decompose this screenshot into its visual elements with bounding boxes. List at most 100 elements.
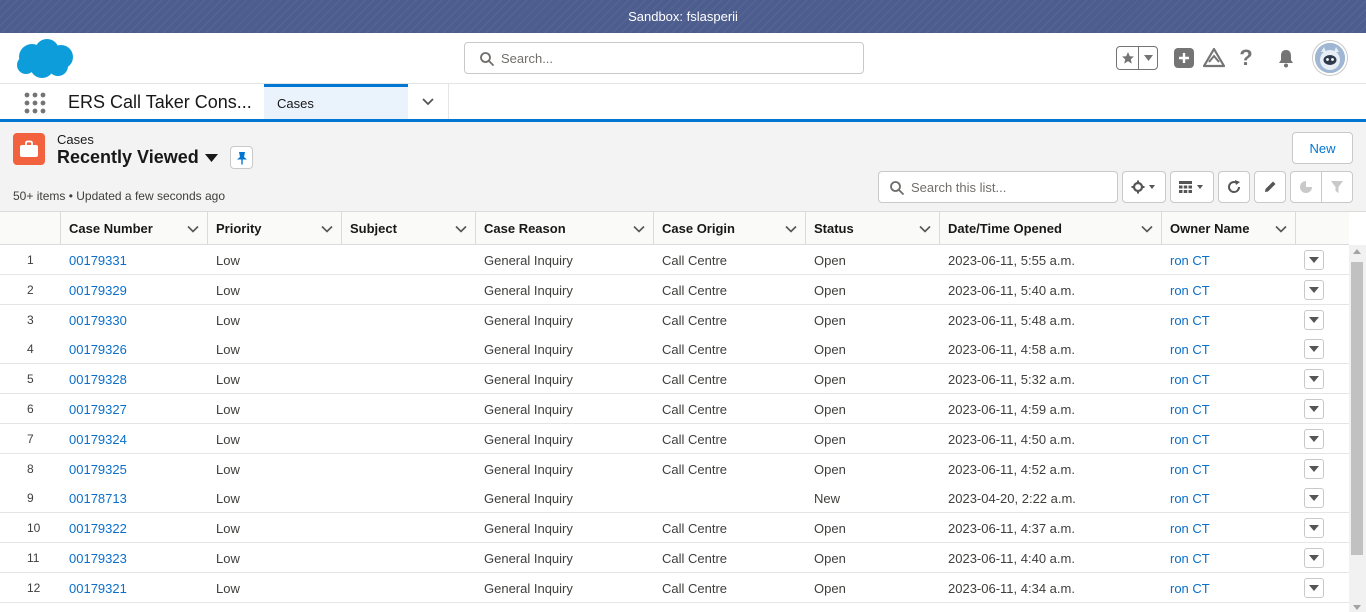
new-case-button[interactable]: New (1292, 132, 1353, 164)
list-view-controls-button[interactable] (1122, 171, 1166, 203)
column-header-date-time-opened[interactable]: Date/Time Opened (940, 212, 1162, 245)
priority-cell: Low (216, 491, 240, 507)
owner-name-link[interactable]: ron CT (1170, 342, 1210, 357)
status-cell: Open (814, 461, 846, 477)
table-row[interactable]: 3 00179330 Low General Inquiry Call Centre Op… (0, 304, 1349, 335)
help-icon[interactable]: ? (1235, 45, 1257, 70)
case-number-link[interactable]: 00179327 (69, 402, 127, 417)
row-actions-menu-button[interactable] (1304, 279, 1324, 300)
column-header-subject[interactable]: Subject (342, 212, 476, 245)
column-header-status[interactable]: Status (806, 212, 940, 245)
chevron-down-icon[interactable] (455, 223, 467, 235)
column-header-case-reason[interactable]: Case Reason (476, 212, 654, 245)
row-actions-menu-button[interactable] (1304, 488, 1324, 509)
scroll-down-arrow-icon[interactable] (1353, 605, 1361, 610)
case-number-link[interactable]: 00179325 (69, 462, 127, 477)
table-row[interactable]: 1 00179331 Low General Inquiry Call Centre Op… (0, 245, 1349, 275)
owner-name-link[interactable]: ron CT (1170, 313, 1210, 328)
table-row[interactable]: 4 00179326 Low General Inquiry Call Centre Op… (0, 334, 1349, 365)
table-row[interactable]: 10 00179322 Low General Inquiry Call Centre O… (0, 513, 1349, 544)
global-search-input[interactable]: Search... (464, 42, 864, 74)
row-actions-menu-button[interactable] (1304, 577, 1324, 598)
chevron-down-icon[interactable] (633, 223, 645, 235)
salesforce-cloud-logo[interactable] (14, 37, 76, 81)
inline-edit-button[interactable] (1254, 171, 1286, 203)
case-number-link[interactable]: 00179329 (69, 283, 127, 298)
case-number-link[interactable]: 00179324 (69, 432, 127, 447)
case-number-link[interactable]: 00179321 (69, 581, 127, 596)
table-row[interactable]: 12 00179321 Low General Inquiry Call Centre O… (0, 572, 1349, 603)
tab-cases-label: Cases (277, 96, 314, 111)
app-launcher-icon[interactable] (24, 92, 46, 114)
global-header: Search... ? (0, 33, 1366, 84)
chevron-down-icon[interactable] (785, 223, 797, 235)
owner-name-link[interactable]: ron CT (1170, 462, 1210, 477)
chevron-down-icon[interactable] (187, 223, 199, 235)
status-cell: Open (814, 551, 846, 566)
trailhead-icon[interactable] (1203, 47, 1225, 69)
scroll-up-arrow-icon[interactable] (1353, 249, 1361, 254)
owner-name-link[interactable]: ron CT (1170, 253, 1210, 268)
avatar[interactable] (1313, 41, 1347, 75)
caret-down-icon (1309, 584, 1319, 591)
table-row[interactable]: 11 00179323 Low General Inquiry Call Centre O… (0, 543, 1349, 573)
refresh-button[interactable] (1218, 171, 1250, 203)
owner-name-link[interactable]: ron CT (1170, 521, 1210, 536)
owner-name-link[interactable]: ron CT (1170, 372, 1210, 387)
charts-button[interactable] (1291, 172, 1322, 202)
case-number-link[interactable]: 00179328 (69, 372, 127, 387)
owner-name-link[interactable]: ron CT (1170, 581, 1210, 596)
list-view-switcher[interactable]: Recently Viewed (57, 147, 218, 168)
list-view-name: Recently Viewed (57, 147, 199, 167)
chevron-down-icon[interactable] (1275, 223, 1287, 235)
row-actions-menu-button[interactable] (1304, 309, 1324, 330)
case-number-link[interactable]: 00179326 (69, 342, 127, 357)
table-row[interactable]: 5 00179328 Low General Inquiry Call Centre Op… (0, 364, 1349, 395)
table-row[interactable]: 9 00178713 Low General Inquiry New 2023-04-20… (0, 483, 1349, 514)
display-as-table-button[interactable] (1170, 171, 1214, 203)
global-actions-icon[interactable] (1173, 47, 1195, 69)
tab-cases[interactable]: Cases (264, 84, 408, 119)
chevron-down-icon[interactable] (1141, 223, 1153, 235)
row-actions-menu-button[interactable] (1304, 339, 1324, 360)
column-header-owner-name[interactable]: Owner Name (1162, 212, 1296, 245)
column-header-case-number[interactable]: Case Number (61, 212, 208, 245)
filters-button[interactable] (1322, 172, 1352, 202)
scrollbar-thumb[interactable] (1351, 262, 1363, 555)
table-row[interactable]: 6 00179327 Low General Inquiry Call Centre Op… (0, 394, 1349, 424)
case-number-link[interactable]: 00179323 (69, 551, 127, 566)
owner-name-link[interactable]: ron CT (1170, 551, 1210, 566)
case-reason-cell: General Inquiry (484, 491, 573, 507)
case-reason-cell: General Inquiry (484, 431, 573, 447)
list-search-input[interactable]: Search this list... (878, 171, 1118, 203)
vertical-scrollbar[interactable] (1349, 245, 1366, 612)
case-number-link[interactable]: 00179322 (69, 521, 127, 536)
chevron-down-icon[interactable] (919, 223, 931, 235)
favorites-star-icon[interactable] (1117, 47, 1139, 69)
row-actions-menu-button[interactable] (1304, 399, 1324, 419)
notifications-bell-icon[interactable] (1275, 47, 1297, 69)
favorites-dropdown-icon[interactable] (1139, 47, 1157, 69)
row-actions-menu-button[interactable] (1304, 428, 1324, 449)
row-actions-menu-button[interactable] (1304, 458, 1324, 479)
row-actions-menu-button[interactable] (1304, 369, 1324, 390)
chevron-down-icon[interactable] (321, 223, 333, 235)
row-actions-menu-button[interactable] (1304, 250, 1324, 270)
column-header-priority[interactable]: Priority (208, 212, 342, 245)
table-row[interactable]: 7 00179324 Low General Inquiry Call Centre Op… (0, 423, 1349, 454)
pin-list-view-button[interactable] (230, 146, 253, 169)
row-actions-menu-button[interactable] (1304, 518, 1324, 539)
owner-name-link[interactable]: ron CT (1170, 283, 1210, 298)
tab-cases-menu-button[interactable] (408, 84, 449, 119)
owner-name-link[interactable]: ron CT (1170, 432, 1210, 447)
row-actions-menu-button[interactable] (1304, 548, 1324, 568)
case-number-link[interactable]: 00178713 (69, 491, 127, 506)
table-row[interactable]: 2 00179329 Low General Inquiry Call Centre Op… (0, 274, 1349, 305)
column-header-label: Status (814, 221, 854, 236)
owner-name-link[interactable]: ron CT (1170, 491, 1210, 506)
owner-name-link[interactable]: ron CT (1170, 402, 1210, 417)
table-row[interactable]: 8 00179325 Low General Inquiry Call Centre Op… (0, 453, 1349, 484)
column-header-case-origin[interactable]: Case Origin (654, 212, 806, 245)
case-number-link[interactable]: 00179331 (69, 253, 127, 268)
case-number-link[interactable]: 00179330 (69, 313, 127, 328)
